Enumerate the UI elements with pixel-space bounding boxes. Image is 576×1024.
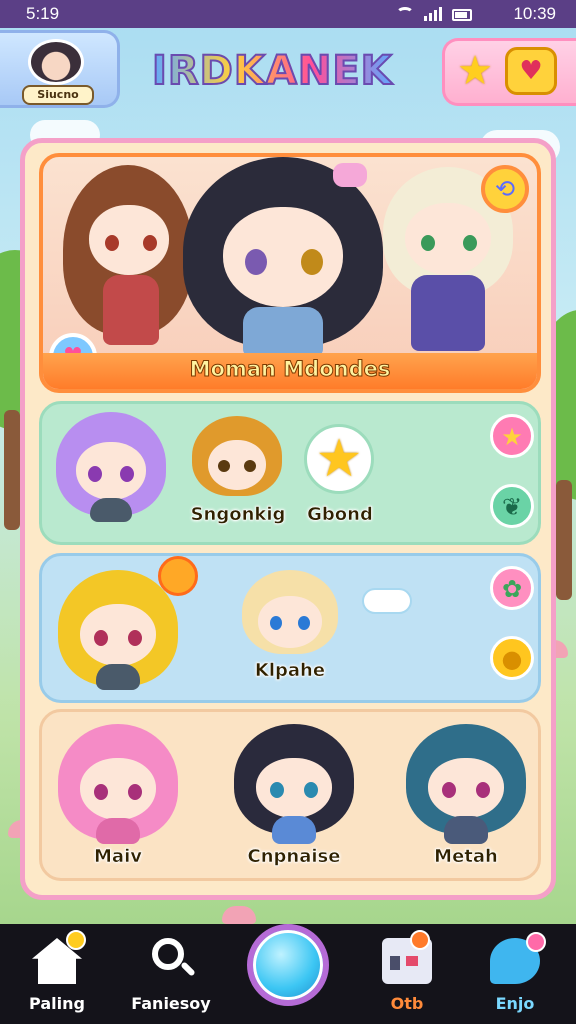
message-icon[interactable]: ♥ (505, 47, 557, 95)
nav-label: Otb (390, 994, 424, 1013)
app-header: Siucno IRDKANEK ★ ♥ (0, 30, 576, 110)
nav-item-home[interactable]: Paling (2, 924, 112, 1024)
featured-character-left[interactable] (63, 165, 193, 355)
featured-title: Moman Mdondes (189, 357, 391, 382)
cloud-icon (362, 588, 412, 614)
search-icon (152, 938, 184, 970)
character-card[interactable] (242, 570, 338, 660)
character-card[interactable] (58, 724, 178, 844)
swap-icon[interactable]: ⟲ (481, 165, 529, 213)
featured-character-center[interactable] (183, 157, 383, 357)
character-card[interactable] (56, 412, 166, 522)
character-name: Maiv (94, 846, 142, 868)
character-name: Metah (434, 846, 498, 868)
hair-bow-icon (333, 163, 367, 187)
status-icons (396, 7, 472, 21)
star-badge-icon[interactable]: ★ (304, 424, 374, 494)
character-card[interactable] (58, 570, 178, 690)
character-name: Sngonkig (190, 504, 286, 526)
featured-banner: Moman Mdondes (43, 353, 537, 389)
avatar[interactable] (28, 39, 84, 85)
nav-item-search[interactable]: Faniesoy (116, 924, 226, 1024)
nav-label: Faniesoy (131, 994, 211, 1013)
status-clock: 10:39 (513, 4, 556, 23)
character-row-3: Maiv Cnpnaise Metah (39, 709, 541, 881)
character-card[interactable] (234, 724, 354, 844)
battery-icon (452, 9, 472, 21)
coin-icon[interactable]: ● (490, 636, 534, 680)
status-bar: 5:19 10:39 (0, 0, 576, 28)
star-icon[interactable]: ★ (453, 49, 497, 93)
app-title: IRDKANEK (151, 47, 393, 95)
character-row-1: Sngonkig ★ Gbond ★ ❦ (39, 401, 541, 545)
search-handle (180, 961, 196, 977)
character-card[interactable] (406, 724, 526, 844)
leaf-icon[interactable]: ❦ (490, 484, 534, 528)
character-card[interactable] (192, 416, 282, 506)
notification-badge (66, 930, 86, 950)
character-name: Gbond (307, 504, 373, 526)
character-name: Cnpnaise (247, 846, 341, 868)
character-panel: ♥ ⟲ Moman Mdondes Sngonkig ★ Gbond ★ ❦ (20, 138, 556, 900)
nav-item-shop[interactable]: Otb (352, 924, 462, 1024)
wifi-icon (396, 7, 414, 21)
profile-name: Siucno (22, 85, 94, 105)
nav-item-chat[interactable]: Enjo (460, 924, 570, 1024)
nav-label: Paling (29, 994, 85, 1013)
header-actions: ★ ♥ (442, 38, 576, 106)
signal-icon (424, 7, 442, 21)
profile-card[interactable]: Siucno (0, 30, 120, 108)
sun-icon (158, 556, 198, 596)
star-flower-icon[interactable]: ★ (490, 414, 534, 458)
status-time: 5:19 (26, 4, 60, 23)
flower-icon[interactable]: ✿ (490, 566, 534, 610)
notification-badge (410, 930, 430, 950)
notification-badge (526, 932, 546, 952)
character-name: Klpahe (254, 660, 326, 682)
nav-label: Enjo (495, 994, 535, 1013)
character-row-2: Klpahe ✿ ● (39, 553, 541, 703)
center-action-button[interactable] (247, 924, 329, 1006)
featured-card[interactable]: ♥ ⟲ Moman Mdondes (39, 153, 541, 393)
